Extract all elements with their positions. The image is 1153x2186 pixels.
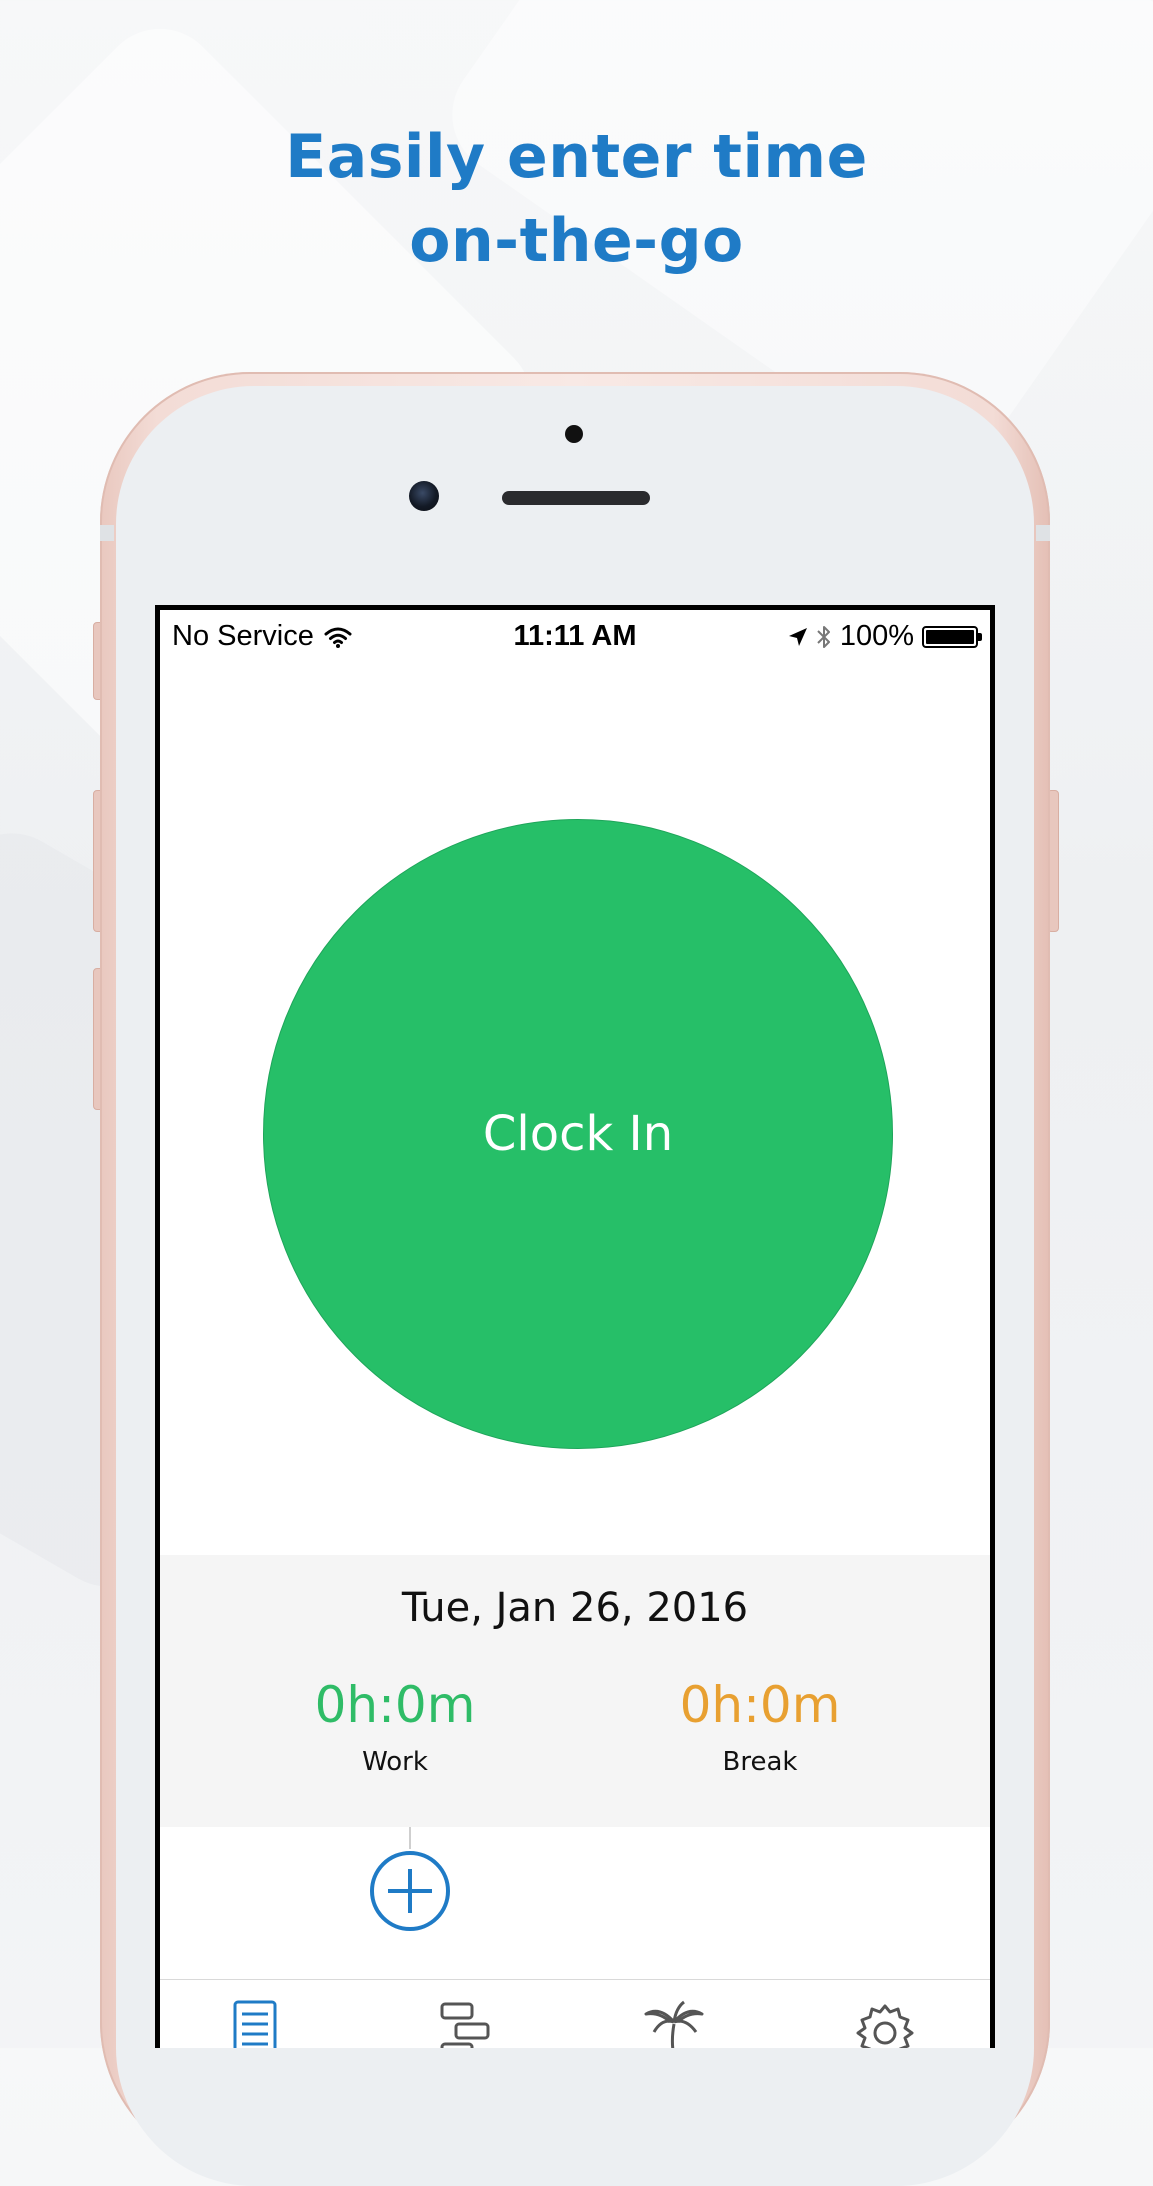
work-label: Work [362,1747,428,1777]
time-off-icon[interactable] [640,1998,710,2048]
headline-line-2: on-the-go [409,206,744,276]
settings-icon[interactable] [850,1998,920,2048]
work-value: 0h:0m [314,1676,476,1734]
promo-headline: Easily enter time on-the-go [0,115,1153,283]
headline-line-1: Easily enter time [285,122,868,192]
summary-date: Tue, Jan 26, 2016 [401,1585,749,1631]
battery-level [926,629,974,644]
work-total: 0h:0m Work [245,1675,545,1777]
clock-in-button[interactable]: Clock In [263,819,893,1449]
battery-icon [922,625,982,648]
proximity-sensor [565,425,583,443]
timeline-connector [409,1827,411,1849]
front-camera [409,481,439,511]
break-total: 0h:0m Break [610,1675,910,1777]
earpiece-speaker [502,491,650,505]
status-bar: No Service 11:11 AM 100% [160,610,990,660]
schedule-icon[interactable] [432,1998,502,2048]
break-label: Break [722,1747,798,1777]
day-summary-panel: Tue, Jan 26, 2016 0h:0m Work 0h:0m Break [160,1555,990,1827]
location-arrow-icon [788,627,807,646]
bluetooth-icon [817,625,830,648]
timesheet-icon[interactable] [220,1998,290,2048]
status-right: 100% [788,620,982,653]
clock-in-label: Clock In [482,1106,674,1162]
antenna-band [100,525,114,541]
phone-screen: No Service 11:11 AM 100% Clock In Tue, J… [155,605,995,2048]
tab-bar [160,1980,990,2048]
break-value: 0h:0m [679,1676,841,1734]
app-display: No Service 11:11 AM 100% Clock In Tue, J… [160,610,990,2048]
antenna-band [1036,525,1050,541]
battery-percent: 100% [839,620,914,652]
plus-circle-icon[interactable] [368,1849,452,1933]
